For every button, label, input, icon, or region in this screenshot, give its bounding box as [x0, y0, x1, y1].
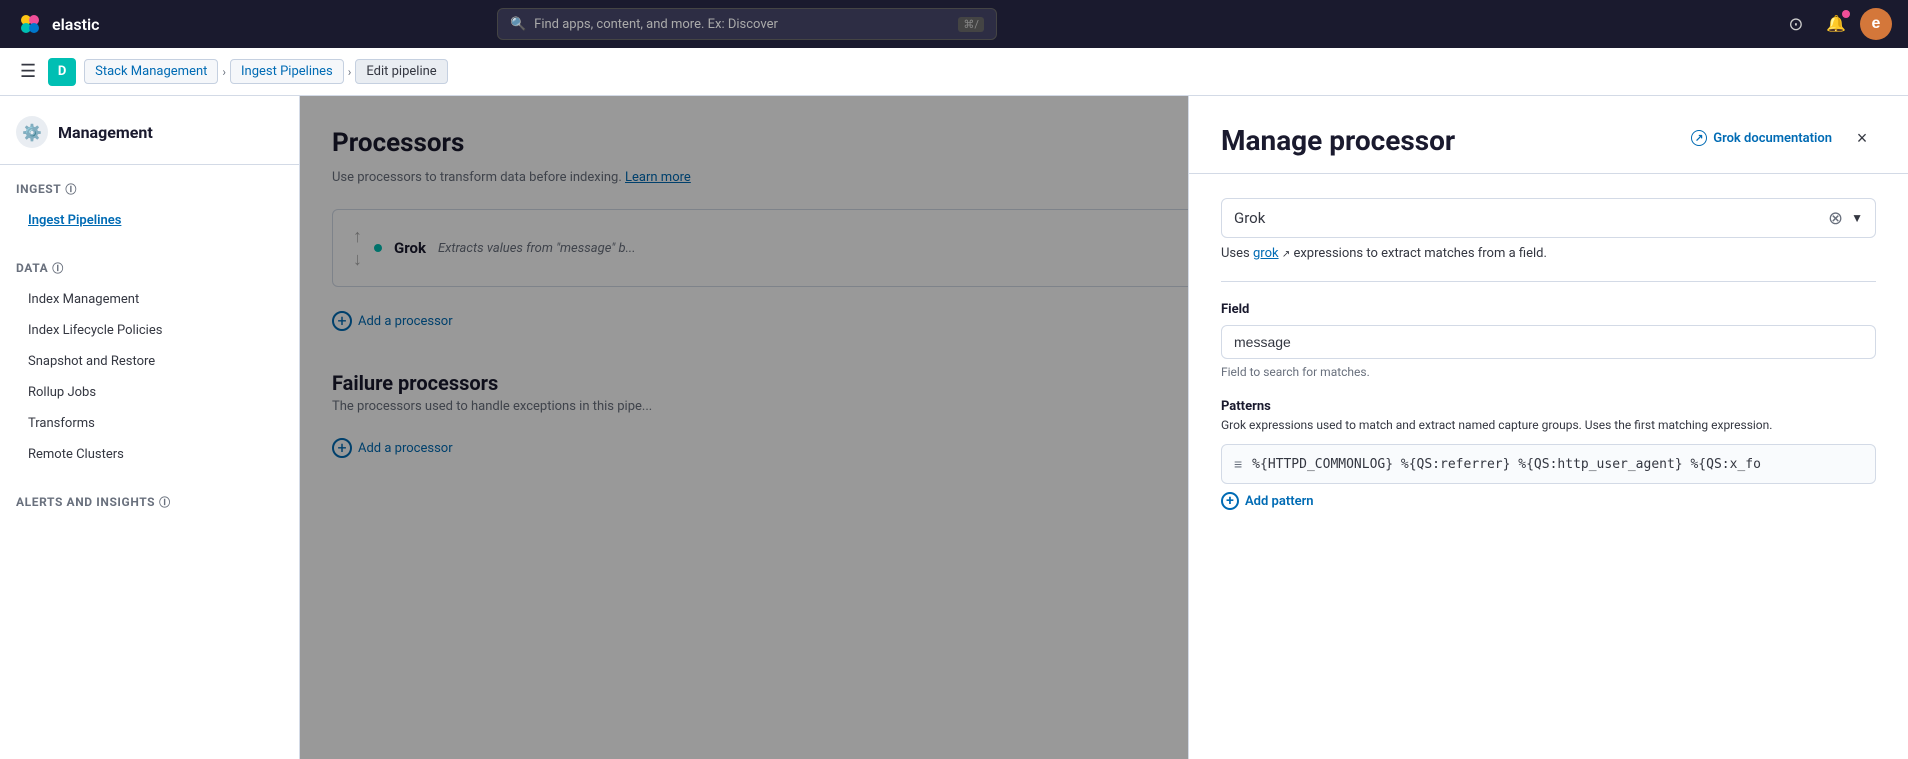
secondary-navigation: ☰ D Stack Management › Ingest Pipelines … [0, 48, 1908, 96]
search-placeholder: Find apps, content, and more. Ex: Discov… [534, 17, 950, 32]
notifications-button[interactable]: 🔔 [1820, 8, 1852, 40]
sidebar-title: Management [58, 123, 153, 142]
flyout-close-button[interactable]: × [1848, 124, 1876, 152]
manage-processor-flyout: Manage processor ↗ Grok documentation × … [1188, 96, 1908, 759]
field-label: Field [1221, 302, 1876, 317]
flyout-header-actions: ↗ Grok documentation × [1691, 124, 1876, 152]
sidebar-section-label-data: Data ⓘ [16, 260, 283, 276]
hamburger-menu-button[interactable]: ☰ [16, 57, 40, 86]
grok-documentation-link[interactable]: ↗ Grok documentation [1691, 130, 1832, 146]
external-icon-small: ↗ [1282, 249, 1290, 260]
external-link-icon: ↗ [1691, 130, 1707, 146]
content-area: Processors ⬆ Import processors Use proce… [300, 96, 1908, 759]
sidebar-item-transforms[interactable]: Transforms [16, 408, 283, 439]
alerts-info-icon: ⓘ [159, 494, 171, 510]
top-navigation: elastic 🔍 Find apps, content, and more. … [0, 0, 1908, 48]
sidebar-item-remote-clusters[interactable]: Remote Clusters [16, 439, 283, 470]
processor-type-selector[interactable]: Grok ⊗ ▼ [1221, 198, 1876, 238]
flyout-body: Grok ⊗ ▼ Uses grok ↗ expressions to extr… [1189, 174, 1908, 759]
sidebar-header: ⚙️ Management [0, 96, 299, 165]
pattern-value: %{HTTPD_COMMONLOG} %{QS:referrer} %{QS:h… [1252, 457, 1863, 472]
sidebar-item-index-lifecycle-policies[interactable]: Index Lifecycle Policies [16, 315, 283, 346]
patterns-label: Patterns [1221, 399, 1876, 414]
close-icon: × [1857, 128, 1868, 149]
clear-type-icon[interactable]: ⊗ [1828, 208, 1843, 229]
sidebar-section-label-alerts: Alerts and Insights ⓘ [16, 494, 283, 510]
elastic-logo[interactable]: elastic [16, 10, 99, 38]
processor-type-description: Uses grok ↗ expressions to extract match… [1221, 246, 1876, 282]
search-shortcut: ⌘/ [958, 17, 984, 32]
processor-type-value: Grok [1234, 209, 1828, 227]
search-icon: 🔍 [510, 17, 526, 32]
nav-icon-group: ⊙ 🔔 e [1780, 8, 1892, 40]
breadcrumb-stack-management[interactable]: Stack Management [84, 59, 218, 84]
grok-link[interactable]: grok [1253, 246, 1279, 261]
management-gear-icon: ⚙️ [16, 116, 48, 148]
flyout-header: Manage processor ↗ Grok documentation × [1189, 96, 1908, 174]
pattern-row[interactable]: ≡ %{HTTPD_COMMONLOG} %{QS:referrer} %{QS… [1221, 444, 1876, 484]
sidebar-section-label-ingest: Ingest ⓘ [16, 181, 283, 197]
ingest-info-icon: ⓘ [65, 181, 77, 197]
breadcrumb: Stack Management › Ingest Pipelines › Ed… [84, 59, 448, 84]
sidebar-item-ingest-pipelines[interactable]: Ingest Pipelines [16, 205, 283, 236]
add-pattern-circle-icon: + [1221, 492, 1239, 510]
breadcrumb-sep-1: › [222, 65, 226, 79]
sidebar-section-data: Data ⓘ Index Management Index Lifecycle … [0, 244, 299, 478]
flyout-title: Manage processor [1221, 124, 1455, 157]
sidebar-item-rollup-jobs[interactable]: Rollup Jobs [16, 377, 283, 408]
sidebar-item-snapshot-and-restore[interactable]: Snapshot and Restore [16, 346, 283, 377]
dropdown-chevron-icon[interactable]: ▼ [1851, 211, 1863, 225]
workspace-avatar: D [48, 58, 76, 86]
add-pattern-button[interactable]: + Add pattern [1221, 492, 1876, 510]
notification-badge [1842, 10, 1850, 18]
field-hint: Field to search for matches. [1221, 365, 1876, 379]
breadcrumb-ingest-pipelines[interactable]: Ingest Pipelines [230, 59, 344, 84]
help-button[interactable]: ⊙ [1780, 8, 1812, 40]
sidebar-section-ingest: Ingest ⓘ Ingest Pipelines [0, 165, 299, 244]
sidebar-section-alerts: Alerts and Insights ⓘ [0, 478, 299, 526]
global-search[interactable]: 🔍 Find apps, content, and more. Ex: Disc… [497, 8, 997, 40]
elastic-text: elastic [52, 15, 99, 34]
sidebar: ⚙️ Management Ingest ⓘ Ingest Pipelines … [0, 96, 300, 759]
avatar-letter: e [1872, 15, 1881, 33]
sidebar-item-index-management[interactable]: Index Management [16, 284, 283, 315]
breadcrumb-sep-2: › [348, 65, 352, 79]
breadcrumb-edit-pipeline[interactable]: Edit pipeline [355, 59, 447, 84]
patterns-description: Grok expressions used to match and extra… [1221, 418, 1876, 432]
user-avatar-button[interactable]: e [1860, 8, 1892, 40]
field-input[interactable] [1221, 325, 1876, 359]
pattern-drag-icon: ≡ [1234, 456, 1242, 473]
data-info-icon: ⓘ [52, 260, 64, 276]
main-layout: ⚙️ Management Ingest ⓘ Ingest Pipelines … [0, 96, 1908, 759]
